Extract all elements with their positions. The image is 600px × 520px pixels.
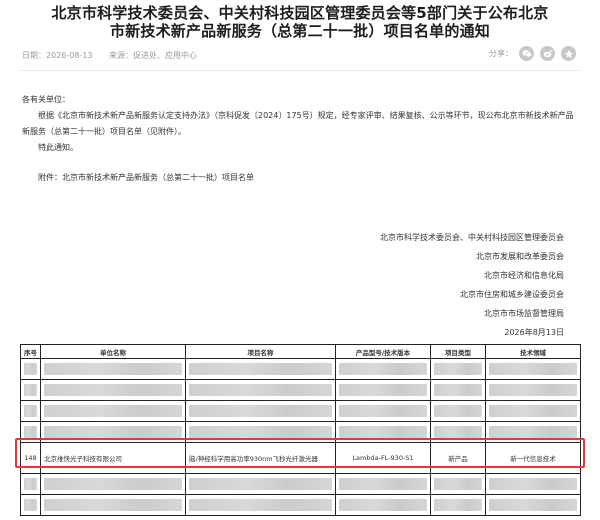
salutation: 各有关单位： (22, 95, 70, 104)
col-header-field: 技术领域 (485, 344, 581, 359)
redacted-cell (44, 405, 182, 417)
redacted-cell (489, 363, 577, 375)
redacted-cell (489, 384, 577, 396)
redacted-cell (24, 405, 37, 417)
signature-org-4: 北京市住房和城乡建设委员会 (460, 290, 564, 299)
redacted-cell (434, 426, 482, 438)
publish-date: 日期：2026-08-13 (22, 51, 93, 60)
redacted-cell (189, 384, 332, 396)
redacted-cell (434, 478, 482, 490)
title-line-2: 市新技术新产品新服务（总第二十一批）项目名单的通知 (109, 22, 490, 40)
cell-type: 新产品 (430, 442, 486, 474)
project-table: 序号 单位名称 项目名称 产品型号/技术版本 项目类型 技术领域 148 北京维… (20, 344, 581, 516)
share-bar: 分享： (489, 46, 576, 61)
table-row-redacted (20, 400, 581, 422)
signature-org-2: 北京市发展和改革委员会 (476, 252, 564, 261)
redacted-cell (189, 478, 332, 490)
article-meta: 日期：2026-08-13 来源：促进处、应用中心 (22, 50, 211, 61)
table-row-highlighted: 148 北京维快光子科技有限公司 脑/神经科学用高功率930nm飞秒光纤激光器 … (20, 442, 581, 474)
qzone-icon[interactable] (561, 46, 576, 61)
page-title: 北京市科学技术委员会、中关村科技园区管理委员会等5部门关于公布北京 市新技术新产… (20, 4, 580, 40)
title-line-1: 北京市科学技术委员会、中关村科技园区管理委员会等5部门关于公布北京 (51, 4, 549, 22)
col-header-index: 序号 (20, 344, 41, 359)
notice-page: 北京市科学技术委员会、中关村科技园区管理委员会等5部门关于公布北京 市新技术新产… (0, 0, 600, 520)
redacted-cell (24, 363, 37, 375)
redacted-cell (189, 405, 332, 417)
signature-block: 北京市科学技术委员会、中关村科技园区管理委员会 北京市发展和改革委员会 北京市经… (380, 228, 564, 342)
cell-model: Lambda-FL-930-S1 (335, 442, 431, 474)
table-row-redacted (20, 358, 581, 380)
col-header-project: 项目名称 (185, 344, 336, 359)
redacted-cell (434, 363, 482, 375)
redacted-cell (24, 384, 37, 396)
signature-org-3: 北京市经济和信息化局 (484, 271, 564, 280)
table-row-redacted (20, 494, 581, 516)
table-row-redacted (20, 379, 581, 401)
table-row-redacted (20, 473, 581, 495)
redacted-cell (489, 405, 577, 417)
weibo-icon[interactable] (540, 46, 555, 61)
redacted-cell (189, 363, 332, 375)
cell-field: 新一代信息技术 (485, 442, 581, 474)
share-label: 分享： (489, 49, 513, 58)
redacted-cell (24, 426, 37, 438)
col-header-type: 项目类型 (430, 344, 486, 359)
table-header-row: 序号 单位名称 项目名称 产品型号/技术版本 项目类型 技术领域 (20, 344, 581, 359)
table-row-redacted (20, 421, 581, 443)
redacted-cell (24, 478, 37, 490)
redacted-cell (44, 478, 182, 490)
cell-index: 148 (20, 442, 41, 474)
col-header-model: 产品型号/技术版本 (335, 344, 431, 359)
redacted-cell (44, 363, 182, 375)
redacted-cell (339, 384, 427, 396)
redacted-cell (339, 426, 427, 438)
redacted-cell (339, 499, 427, 511)
redacted-cell (434, 499, 482, 511)
attachment-link[interactable]: 附件：北京市新技术新产品新服务（总第二十一批）项目名单 (22, 170, 576, 186)
cell-company: 北京维快光子科技有限公司 (40, 442, 186, 474)
signature-org-1: 北京市科学技术委员会、中关村科技园区管理委员会 (380, 233, 564, 242)
redacted-cell (434, 384, 482, 396)
redacted-cell (44, 499, 182, 511)
signature-date: 2026年8月13日 (504, 328, 564, 337)
signature-org-5: 北京市市场监督管理局 (484, 309, 564, 318)
body-paragraph-1: 根据《北京市新技术新产品新服务认定支持办法》（京科促发〔2024〕175号）规定… (22, 111, 574, 136)
body-paragraph-2: 特此通知。 (38, 143, 78, 152)
cell-project: 脑/神经科学用高功率930nm飞秒光纤激光器 (185, 442, 336, 474)
redacted-cell (489, 478, 577, 490)
redacted-cell (44, 426, 182, 438)
redacted-cell (434, 405, 482, 417)
redacted-cell (489, 499, 577, 511)
redacted-cell (339, 405, 427, 417)
redacted-cell (189, 499, 332, 511)
col-header-company: 单位名称 (40, 344, 186, 359)
redacted-cell (44, 384, 182, 396)
wechat-icon[interactable] (519, 46, 534, 61)
redacted-cell (189, 426, 332, 438)
redacted-cell (489, 426, 577, 438)
redacted-cell (24, 499, 37, 511)
redacted-cell (339, 478, 427, 490)
header-divider (20, 70, 580, 71)
notice-body: 各有关单位： 根据《北京市新技术新产品新服务认定支持办法》（京科促发〔2024〕… (22, 92, 576, 186)
article-source: 来源：促进处、应用中心 (109, 51, 198, 60)
redacted-cell (339, 363, 427, 375)
